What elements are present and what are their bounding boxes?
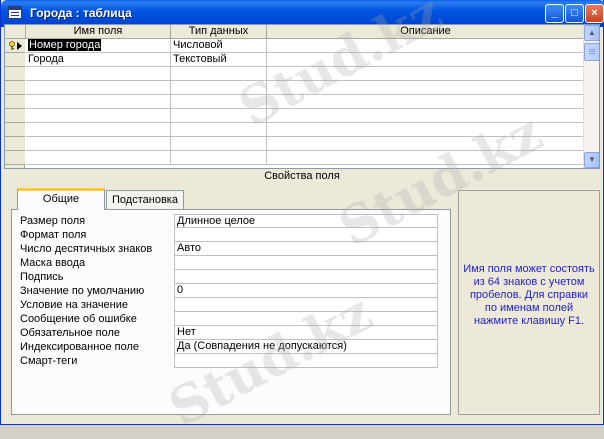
field-name-cell[interactable] bbox=[26, 151, 171, 165]
row-selector[interactable] bbox=[5, 109, 25, 123]
table-row[interactable] bbox=[5, 137, 585, 151]
window-title: Города : таблица bbox=[30, 6, 132, 20]
minimize-button[interactable]: _ bbox=[545, 4, 564, 23]
prop-label: Индексированное поле bbox=[20, 341, 139, 353]
description-cell[interactable] bbox=[267, 81, 585, 95]
row-selector[interactable] bbox=[5, 151, 25, 165]
prop-label: Условие на значение bbox=[20, 299, 129, 311]
row-selector[interactable] bbox=[5, 53, 25, 67]
prop-value-smart-tags[interactable] bbox=[174, 354, 438, 368]
primary-key-icon bbox=[9, 41, 15, 50]
description-cell[interactable] bbox=[267, 95, 585, 109]
data-type-cell[interactable] bbox=[171, 151, 267, 165]
description-cell[interactable] bbox=[267, 53, 585, 67]
field-grid: Имя поля Тип данных Описание Номер город… bbox=[4, 24, 600, 169]
close-button[interactable]: × bbox=[585, 4, 604, 23]
row-selector[interactable] bbox=[5, 81, 25, 95]
description-cell[interactable] bbox=[267, 151, 585, 165]
scroll-up-button[interactable]: ▲ bbox=[584, 25, 599, 41]
data-type-cell[interactable] bbox=[171, 109, 267, 123]
row-selector[interactable] bbox=[5, 39, 25, 53]
description-cell[interactable] bbox=[267, 137, 585, 151]
prop-value-indexed[interactable]: Да (Совпадения не допускаются) bbox=[174, 340, 438, 354]
table-row[interactable] bbox=[5, 81, 585, 95]
data-type-cell[interactable]: Текстовый bbox=[171, 53, 267, 67]
tab-lookup[interactable]: Подстановка bbox=[106, 190, 184, 210]
field-name-cell[interactable] bbox=[26, 67, 171, 81]
prop-label: Формат поля bbox=[20, 229, 87, 241]
field-properties-heading: Свойства поля bbox=[264, 170, 340, 182]
prop-label: Смарт-теги bbox=[20, 355, 78, 367]
prop-value-caption[interactable] bbox=[174, 270, 438, 284]
field-name-cell[interactable] bbox=[26, 81, 171, 95]
prop-label: Подпись bbox=[20, 271, 64, 283]
help-text: Имя поля может состоять из 64 знаков с у… bbox=[463, 263, 595, 327]
prop-label: Размер поля bbox=[20, 215, 86, 227]
scroll-thumb[interactable] bbox=[584, 43, 599, 61]
current-row-arrow-icon bbox=[17, 42, 22, 50]
table-row[interactable] bbox=[5, 123, 585, 137]
prop-value-validation-rule[interactable] bbox=[174, 298, 438, 312]
field-name-cell[interactable] bbox=[26, 95, 171, 109]
prop-value-default[interactable]: 0 bbox=[174, 284, 438, 298]
grid-header: Имя поля Тип данных Описание bbox=[5, 25, 585, 39]
table-row[interactable]: Номер города Числовой bbox=[5, 39, 585, 53]
prop-label: Маска ввода bbox=[20, 257, 86, 269]
description-cell[interactable] bbox=[267, 123, 585, 137]
prop-value-format[interactable] bbox=[174, 228, 438, 242]
prop-label: Значение по умолчанию bbox=[20, 285, 145, 297]
prop-value-validation-text[interactable] bbox=[174, 312, 438, 326]
row-selector[interactable] bbox=[5, 137, 25, 151]
data-type-cell[interactable] bbox=[171, 123, 267, 137]
vertical-scrollbar[interactable]: ▲ ▼ bbox=[583, 25, 599, 168]
row-selector[interactable] bbox=[5, 67, 25, 81]
table-design-window: Города : таблица _ □ × Имя поля Тип данн… bbox=[0, 0, 604, 439]
table-row[interactable] bbox=[5, 95, 585, 109]
table-row[interactable] bbox=[5, 67, 585, 81]
field-name-cell[interactable] bbox=[26, 137, 171, 151]
table-row[interactable]: Города Текстовый bbox=[5, 53, 585, 67]
data-type-cell[interactable] bbox=[171, 137, 267, 151]
prop-value-decimal-places[interactable]: Авто bbox=[174, 242, 438, 256]
description-cell[interactable] bbox=[267, 109, 585, 123]
data-type-cell[interactable] bbox=[171, 81, 267, 95]
table-row[interactable] bbox=[5, 151, 585, 165]
col-header-description[interactable]: Описание bbox=[267, 25, 585, 39]
tab-general[interactable]: Общие bbox=[17, 188, 105, 210]
data-type-cell[interactable]: Числовой bbox=[171, 39, 267, 53]
description-cell[interactable] bbox=[267, 39, 585, 53]
row-selector[interactable] bbox=[5, 123, 25, 137]
field-name-cell[interactable] bbox=[26, 123, 171, 137]
header-corner bbox=[5, 25, 26, 39]
field-properties-panel: Общие Подстановка Размер поля Длинное це… bbox=[11, 188, 451, 415]
field-name-cell[interactable]: Номер города bbox=[26, 39, 171, 53]
general-tab-body: Размер поля Длинное целое Формат поля Чи… bbox=[11, 209, 451, 415]
table-icon bbox=[8, 6, 22, 19]
prop-value-input-mask[interactable] bbox=[174, 256, 438, 270]
prop-value-field-size[interactable]: Длинное целое bbox=[174, 214, 438, 228]
table-row[interactable] bbox=[5, 109, 585, 123]
description-cell[interactable] bbox=[267, 67, 585, 81]
col-header-field-name[interactable]: Имя поля bbox=[26, 25, 171, 39]
col-header-data-type[interactable]: Тип данных bbox=[171, 25, 267, 39]
title-bar[interactable]: Города : таблица _ □ × bbox=[1, 0, 604, 27]
help-panel: Имя поля может состоять из 64 знаков с у… bbox=[458, 190, 600, 415]
scroll-down-button[interactable]: ▼ bbox=[584, 152, 599, 168]
prop-label: Число десятичных знаков bbox=[20, 243, 153, 255]
prop-label: Обязательное поле bbox=[20, 327, 121, 339]
maximize-button[interactable]: □ bbox=[565, 4, 584, 23]
field-name-cell[interactable] bbox=[26, 109, 171, 123]
prop-value-required[interactable]: Нет bbox=[174, 326, 438, 340]
row-selector[interactable] bbox=[5, 95, 25, 109]
prop-label: Сообщение об ошибке bbox=[20, 313, 137, 325]
data-type-cell[interactable] bbox=[171, 95, 267, 109]
data-type-cell[interactable] bbox=[171, 67, 267, 81]
field-name-cell[interactable]: Города bbox=[26, 53, 171, 67]
